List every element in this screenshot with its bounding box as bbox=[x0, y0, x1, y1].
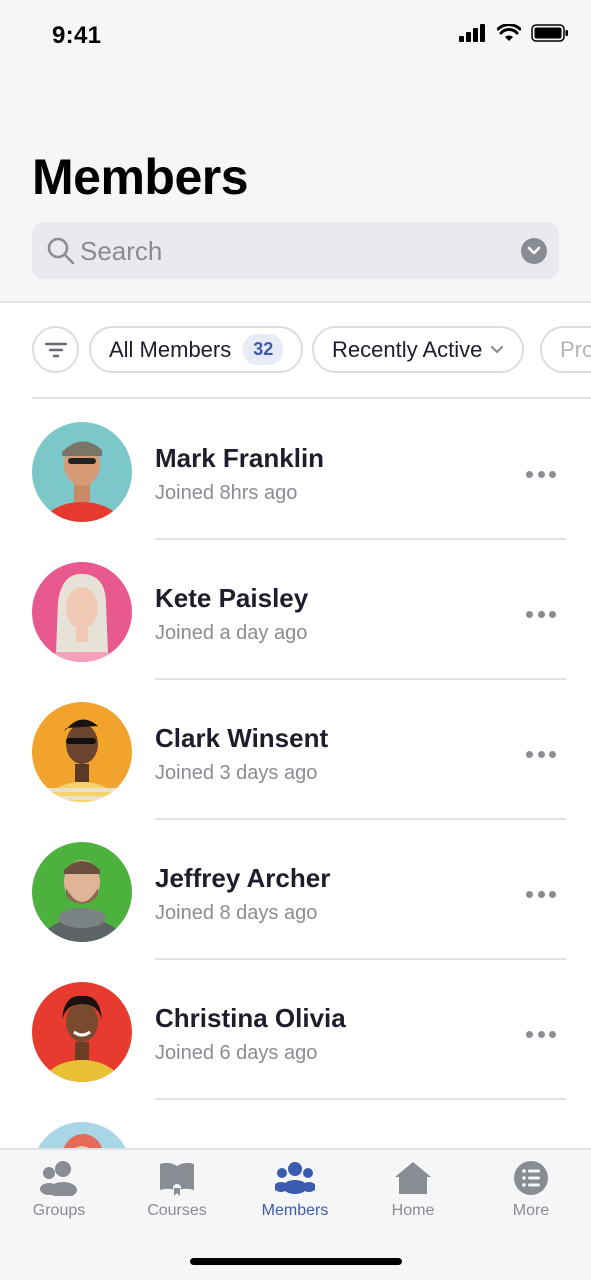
search-bar[interactable]: Search bbox=[32, 222, 559, 279]
chevron-down-icon bbox=[491, 345, 504, 354]
status-icons bbox=[459, 24, 569, 42]
tab-label: Members bbox=[261, 1202, 329, 1219]
avatar[interactable] bbox=[32, 702, 132, 802]
member-count-badge: 32 bbox=[243, 334, 284, 365]
filter-bar: All Members 32 Recently Active Pro bbox=[0, 304, 591, 398]
list-item[interactable]: Christina Olivia Joined 6 days ago bbox=[0, 960, 591, 1100]
more-options-icon[interactable] bbox=[522, 602, 560, 626]
filter-button[interactable] bbox=[32, 326, 79, 373]
tab-label: Home bbox=[391, 1202, 435, 1219]
member-joined: Joined a day ago bbox=[155, 622, 308, 644]
tab-home[interactable]: Home bbox=[354, 1160, 472, 1230]
status-bar: 9:41 bbox=[0, 0, 591, 72]
avatar[interactable] bbox=[32, 842, 132, 942]
members-icon bbox=[275, 1162, 315, 1194]
tab-label: Groups bbox=[32, 1202, 86, 1219]
member-name: Mark Franklin bbox=[155, 443, 325, 473]
filter-icon bbox=[44, 342, 67, 357]
more-options-icon[interactable] bbox=[522, 882, 560, 906]
wifi-icon bbox=[497, 24, 521, 41]
header-area: 9:41 Members Search bbox=[0, 0, 591, 303]
member-name: Clark Winsent bbox=[155, 723, 329, 753]
more-options-icon[interactable] bbox=[522, 462, 560, 486]
chip-pro[interactable]: Pro bbox=[540, 326, 591, 373]
tab-members[interactable]: Members bbox=[236, 1160, 354, 1230]
more-options-icon[interactable] bbox=[522, 742, 560, 766]
signal-icon bbox=[459, 24, 485, 42]
chip-label: All Members bbox=[109, 336, 232, 362]
member-joined: Joined 8 days ago bbox=[155, 902, 318, 924]
member-joined: Joined 3 days ago bbox=[155, 762, 318, 784]
chip-label: Recently Active bbox=[332, 336, 483, 362]
tab-courses[interactable]: Courses bbox=[118, 1160, 236, 1230]
tab-groups[interactable]: Groups bbox=[0, 1160, 118, 1230]
battery-icon bbox=[531, 24, 568, 42]
home-icon bbox=[395, 1162, 431, 1194]
chip-label: Pro bbox=[560, 336, 591, 362]
chip-all-members[interactable]: All Members 32 bbox=[89, 326, 304, 373]
list-item[interactable]: Mark Franklin Joined 8hrs ago bbox=[0, 400, 591, 540]
list-item[interactable]: Jeffrey Archer Joined 8 days ago bbox=[0, 820, 591, 960]
divider bbox=[32, 397, 591, 399]
tab-label: More bbox=[512, 1202, 550, 1219]
more-options-icon[interactable] bbox=[522, 1022, 560, 1046]
avatar[interactable] bbox=[32, 562, 132, 662]
search-input[interactable]: Search bbox=[80, 236, 162, 267]
search-icon bbox=[47, 237, 75, 265]
chip-recently-active[interactable]: Recently Active bbox=[312, 326, 525, 373]
list-item[interactable]: Clark Winsent Joined 3 days ago bbox=[0, 680, 591, 820]
member-name: Jeffrey Archer bbox=[155, 863, 331, 893]
tab-more[interactable]: More bbox=[472, 1160, 590, 1230]
page-title: Members bbox=[32, 149, 249, 205]
member-name: Christina Olivia bbox=[155, 1003, 346, 1033]
avatar[interactable] bbox=[32, 982, 132, 1082]
tab-label: Courses bbox=[147, 1202, 207, 1219]
member-name: Kete Paisley bbox=[155, 583, 309, 613]
avatar[interactable] bbox=[32, 422, 132, 522]
member-joined: Joined 8hrs ago bbox=[155, 482, 298, 504]
chevron-down-icon[interactable] bbox=[521, 238, 547, 264]
status-time: 9:41 bbox=[52, 22, 102, 49]
more-list-icon bbox=[514, 1161, 548, 1195]
home-indicator bbox=[190, 1258, 402, 1265]
groups-icon bbox=[40, 1161, 77, 1196]
member-joined: Joined 6 days ago bbox=[155, 1042, 318, 1064]
list-item[interactable]: Kete Paisley Joined a day ago bbox=[0, 540, 591, 680]
courses-icon bbox=[160, 1162, 194, 1196]
